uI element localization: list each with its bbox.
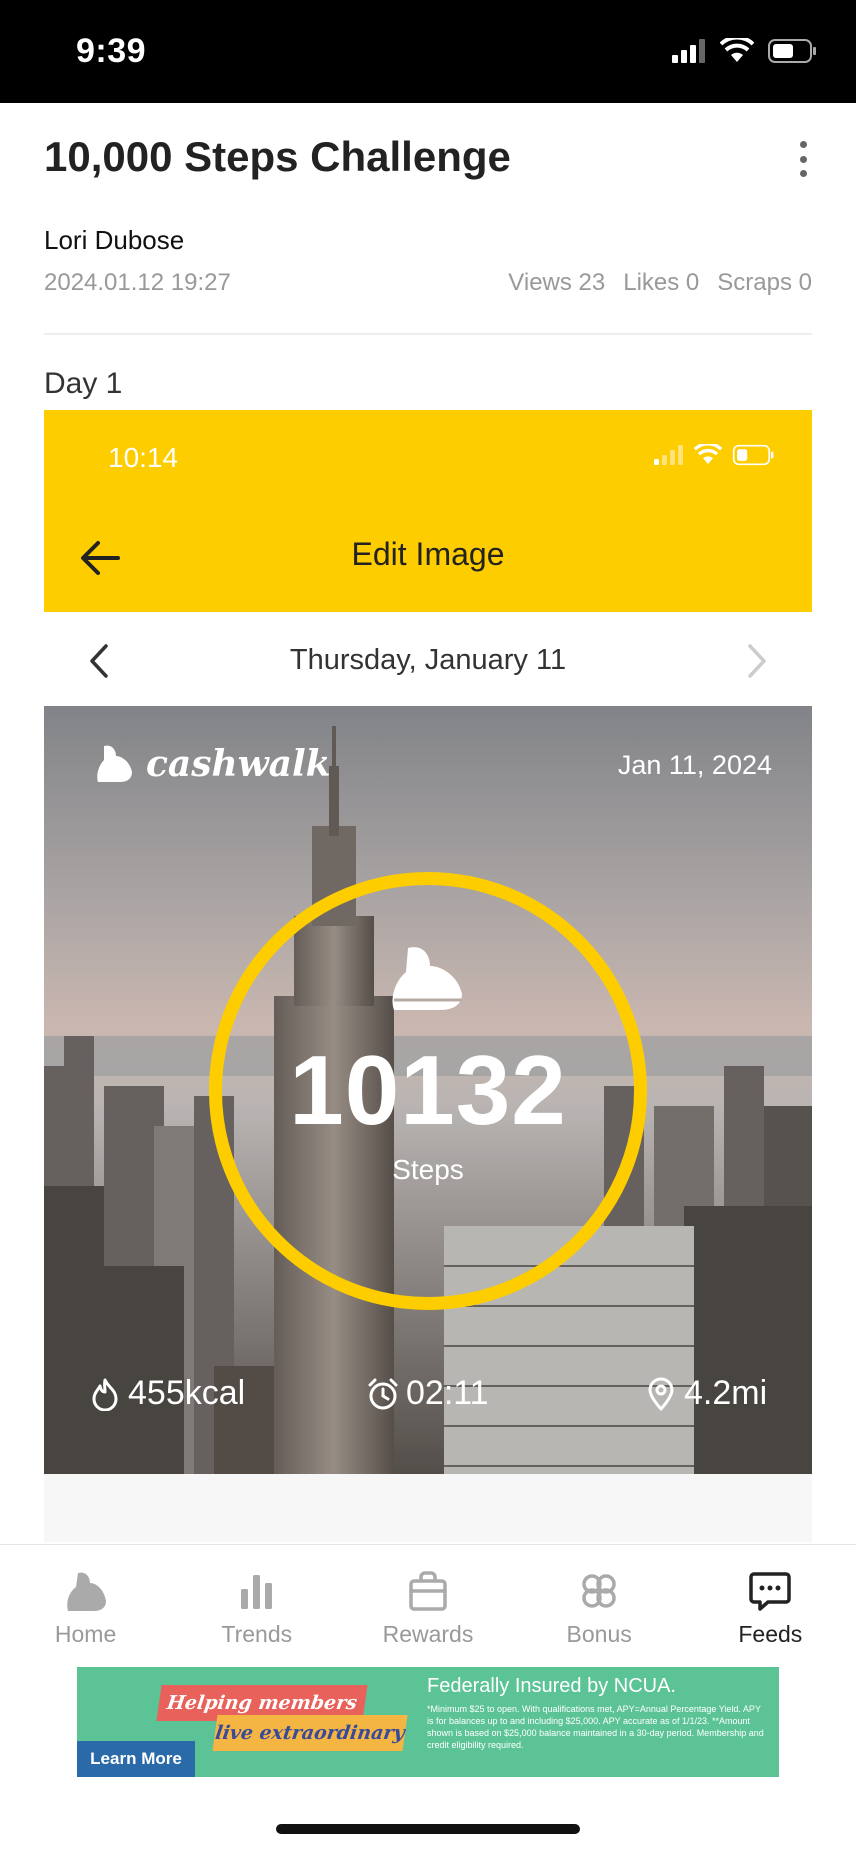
- shopping-bag-icon: [409, 1571, 447, 1611]
- embedded-header: 10:14 Edit Image: [44, 410, 812, 612]
- duration-value: 02:11: [406, 1374, 489, 1412]
- distance-value: 4.2mi: [684, 1374, 768, 1412]
- tab-label: Home: [54, 1621, 117, 1647]
- cellular-signal-icon: [654, 445, 683, 465]
- more-options-icon[interactable]: [788, 139, 818, 179]
- tab-home[interactable]: Home: [0, 1545, 171, 1656]
- calories-metric: 455kcal: [88, 1374, 245, 1413]
- ad-headline: Federally Insured by NCUA.: [427, 1675, 676, 1697]
- tab-label: Rewards: [382, 1621, 474, 1647]
- more-dot: [799, 141, 807, 148]
- divider: [44, 333, 812, 335]
- battery-icon: [768, 39, 816, 63]
- tab-label: Trends: [221, 1621, 293, 1647]
- brand-name: cashwalk: [146, 743, 331, 785]
- bottom-tab-bar: Home Trends Rewards Bonus Feeds: [0, 1544, 856, 1656]
- tab-label: Feeds: [738, 1621, 803, 1647]
- scraps-count: Scraps 0: [717, 269, 812, 296]
- shoe-icon: [66, 1572, 106, 1611]
- chevron-right-icon[interactable]: [742, 642, 772, 680]
- cellular-signal-icon: [672, 39, 705, 63]
- battery-icon: [732, 444, 774, 466]
- day-label: Day 1: [44, 367, 123, 400]
- views-count: Views 23: [508, 269, 606, 296]
- step-card-photo: cashwalk Jan 11, 2024 10132 Steps 455kca…: [44, 706, 812, 1474]
- more-dot: [799, 155, 807, 163]
- post-date: 2024.01.12 19:27: [44, 269, 231, 296]
- status-icons: [672, 38, 818, 64]
- embedded-screenshot[interactable]: 10:14 Edit Image Thursday, January 11 ca…: [44, 410, 812, 1542]
- distance-metric: 4.2mi: [644, 1374, 767, 1413]
- learn-more-button[interactable]: Learn More: [77, 1741, 195, 1777]
- steps-count: 10132: [289, 1035, 567, 1145]
- ad-tagline-2: live extraordinary: [212, 1715, 408, 1751]
- shoe-icon: [97, 745, 132, 782]
- steps-label: Steps: [392, 1154, 464, 1185]
- bar-chart-icon: [240, 1575, 272, 1609]
- clover-icon: [582, 1574, 616, 1608]
- embedded-status-icons: [654, 444, 776, 466]
- cashwalk-logo: cashwalk: [94, 742, 331, 786]
- date-navigator: Thursday, January 11: [44, 612, 812, 710]
- tab-rewards[interactable]: Rewards: [342, 1545, 513, 1656]
- ad-banner[interactable]: Helping members live extraordinary Learn…: [77, 1667, 779, 1777]
- likes-count: Likes 0: [623, 269, 700, 296]
- wifi-icon: [694, 444, 722, 465]
- tab-trends[interactable]: Trends: [171, 1545, 342, 1656]
- selected-date: Thursday, January 11: [289, 644, 567, 676]
- location-pin-icon: [648, 1377, 674, 1410]
- post-title: 10,000 Steps Challenge: [44, 133, 511, 180]
- tab-bonus[interactable]: Bonus: [514, 1545, 685, 1656]
- embedded-status-time: 10:14: [108, 442, 179, 473]
- status-time: 9:39: [76, 32, 147, 70]
- embedded-header-title: Edit Image: [351, 536, 505, 572]
- card-date: Jan 11, 2024: [617, 750, 772, 780]
- chat-bubble-icon: [749, 1572, 792, 1611]
- more-dot: [799, 170, 807, 177]
- tab-feeds[interactable]: Feeds: [685, 1545, 856, 1656]
- tab-label: Bonus: [566, 1621, 632, 1647]
- status-bar: 9:39: [0, 0, 856, 103]
- post-stats: Views 23 Likes 0 Scraps 0: [508, 269, 812, 297]
- duration-metric: 02:11: [366, 1374, 489, 1413]
- wifi-icon: [720, 38, 754, 62]
- flame-icon: [92, 1378, 118, 1411]
- shoe-icon: [392, 947, 462, 1010]
- alarm-clock-icon: [368, 1378, 398, 1409]
- ad-fine-print: *Minimum $25 to open. With qualification…: [427, 1704, 764, 1750]
- calories-value: 455kcal: [128, 1374, 246, 1412]
- home-indicator[interactable]: [276, 1824, 580, 1834]
- author-name[interactable]: Lori Dubose: [44, 225, 184, 256]
